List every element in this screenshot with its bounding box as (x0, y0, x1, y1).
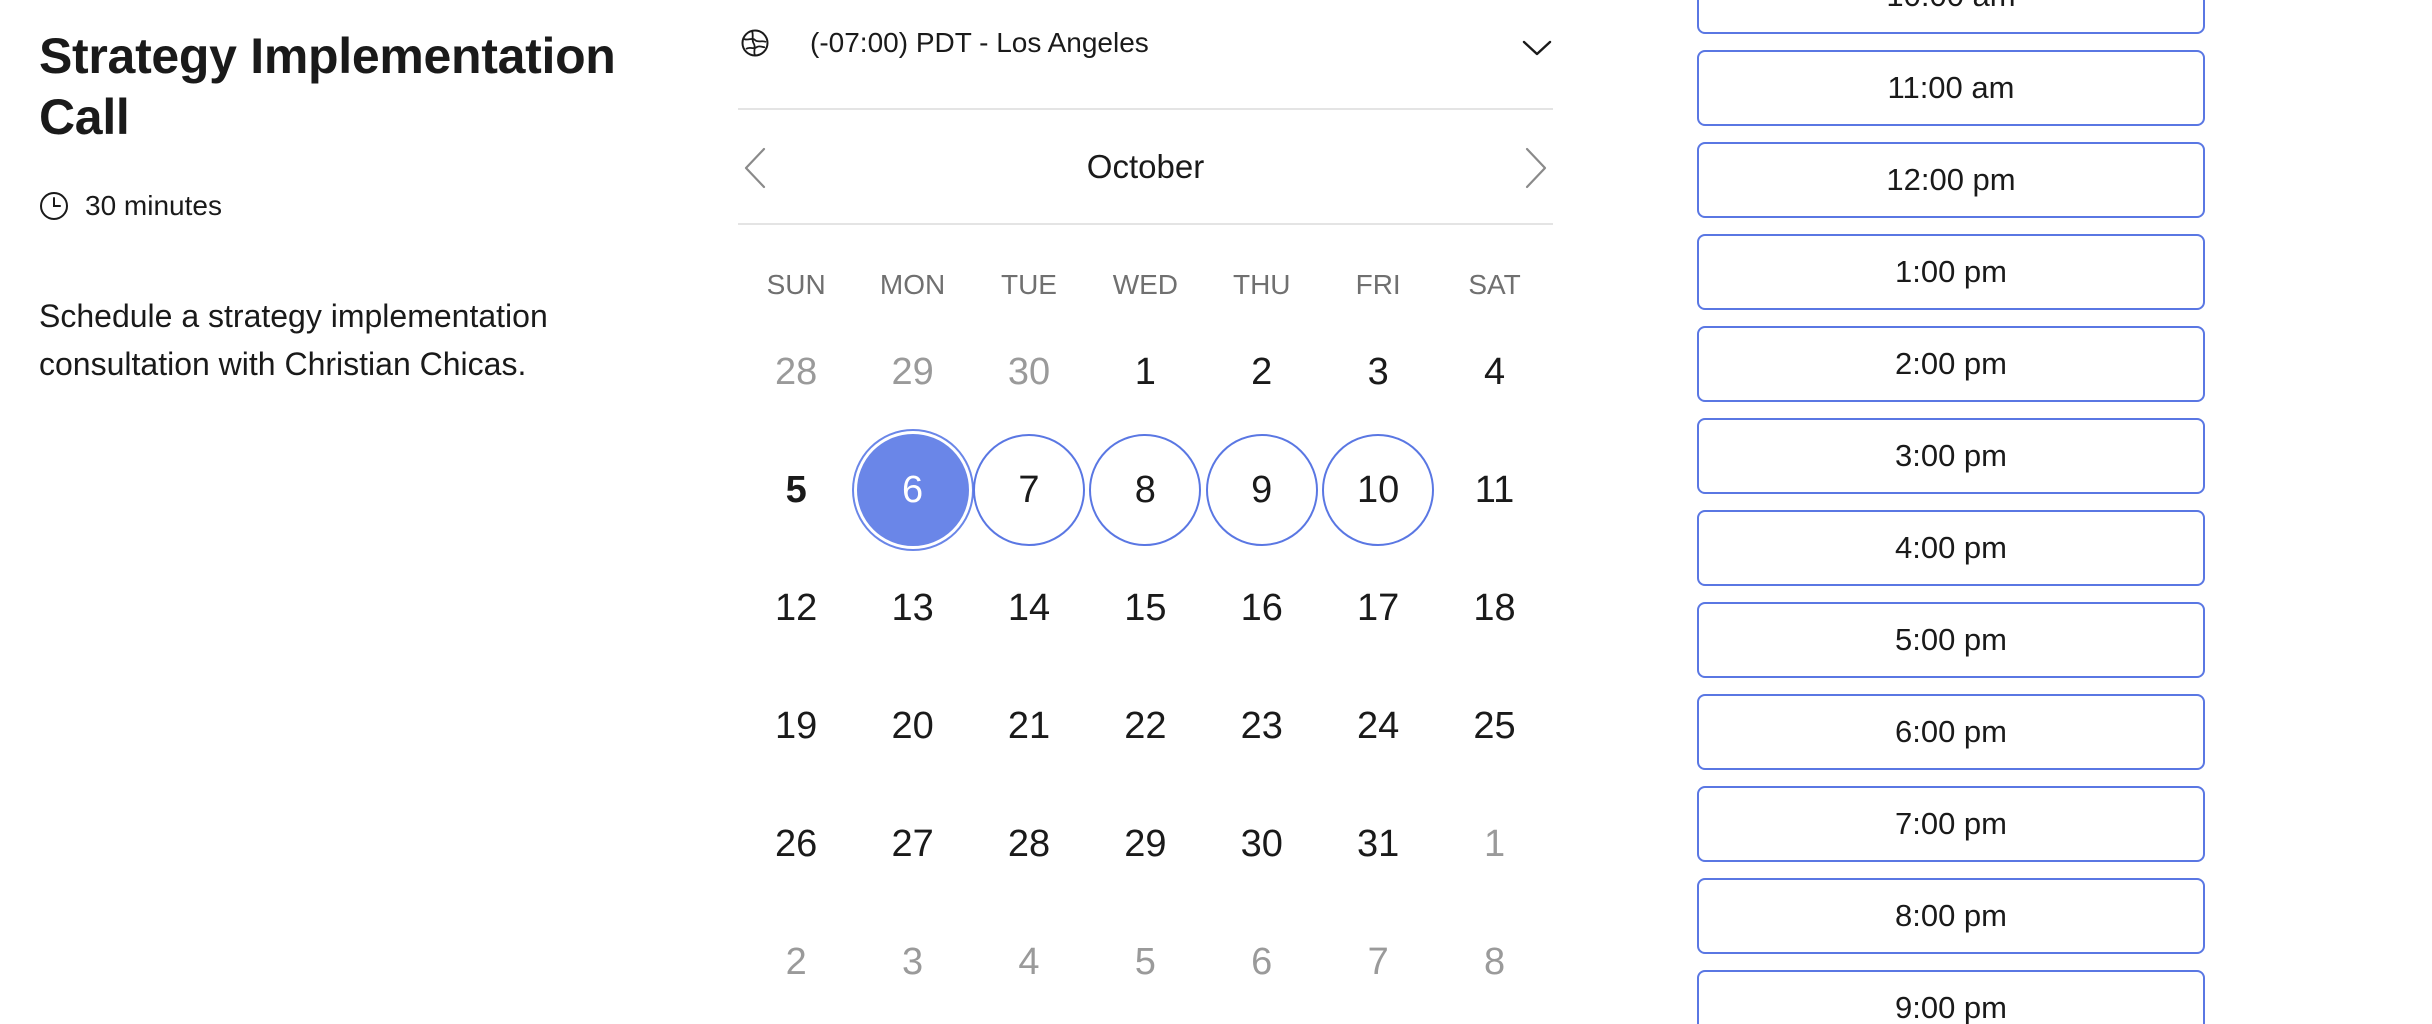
weekday-label: WED (1112, 269, 1179, 300)
time-slot-button[interactable]: 7:00 pm (1697, 786, 2205, 862)
calendar-day: 14 (1007, 586, 1051, 629)
calendar-day: 29 (891, 350, 934, 393)
time-slot-button[interactable]: 9:00 pm (1697, 970, 2205, 1024)
time-slot-button[interactable]: 10:00 am (1697, 0, 2205, 34)
calendar-day: 2 (785, 940, 807, 983)
time-slot-button[interactable]: 6:00 pm (1697, 694, 2205, 770)
booking-page: Strategy Implementation Call 30 minutes … (0, 0, 2432, 1024)
weekday-label: SAT (1468, 269, 1521, 300)
time-slot-button[interactable]: 4:00 pm (1697, 510, 2205, 586)
calendar-day: 16 (1240, 586, 1283, 629)
calendar-day: 6 (1251, 940, 1273, 983)
calendar-day: 28 (1007, 822, 1051, 865)
calendar-day[interactable]: 8 (1089, 434, 1202, 546)
calendar-day: 1 (1134, 350, 1156, 393)
calendar-day: 1 (1483, 822, 1506, 865)
time-slot-button[interactable]: 2:00 pm (1697, 326, 2205, 402)
calendar-day: 5 (785, 468, 807, 511)
time-slot-button[interactable]: 12:00 pm (1697, 142, 2205, 218)
calendar-day: 3 (902, 940, 924, 983)
calendar-day: 12 (775, 586, 818, 629)
calendar-panel: (-07:00) PDT - Los Angeles October SUN MO… (738, 0, 1553, 1021)
chevron-down-icon[interactable] (1521, 36, 1553, 60)
time-slot-button[interactable]: 8:00 pm (1697, 878, 2205, 954)
weekday-header: SUN MON TUE WED THU FRI SAT (738, 265, 1553, 305)
calendar-day: 5 (1134, 940, 1156, 983)
calendar-day: 22 (1124, 704, 1167, 747)
month-navigation: October (738, 110, 1553, 225)
calendar-day: 8 (1483, 940, 1506, 983)
duration-label: 30 minutes (85, 190, 222, 221)
calendar-week: 19 20 21 22 23 24 25 (738, 667, 1553, 785)
time-slot-button[interactable]: 5:00 pm (1697, 602, 2205, 678)
calendar-day: 4 (1483, 350, 1506, 393)
weekday-label: MON (879, 269, 946, 300)
calendar-day: 24 (1357, 704, 1400, 747)
calendar-day: 29 (1124, 822, 1167, 865)
clock-icon (39, 191, 69, 221)
chevron-left-icon[interactable] (742, 146, 768, 190)
weekday-label: SUN (766, 269, 826, 300)
calendar-week: 5 6 7 8 9 10 11 (738, 431, 1553, 549)
event-info-panel: Strategy Implementation Call 30 minutes … (39, 26, 639, 420)
timezone-selector[interactable]: (-07:00) PDT - Los Angeles (738, 0, 1553, 110)
calendar-week: 28 29 30 1 2 3 4 (738, 313, 1553, 431)
calendar-day: 17 (1357, 586, 1400, 629)
calendar-day: 19 (775, 704, 818, 747)
calendar-day-selected[interactable]: 6 (856, 434, 969, 546)
calendar-day: 21 (1007, 704, 1051, 747)
calendar-day[interactable]: 7 (972, 434, 1085, 546)
chevron-right-icon[interactable] (1523, 146, 1549, 190)
calendar-day: 23 (1240, 704, 1283, 747)
calendar-day: 20 (891, 704, 934, 747)
event-title: Strategy Implementation Call (39, 28, 616, 145)
calendar-week: 26 27 28 29 30 31 1 (738, 785, 1553, 903)
calendar-day: 30 (1240, 822, 1283, 865)
calendar-day[interactable]: 10 (1322, 434, 1435, 546)
calendar-day: 30 (1007, 350, 1051, 393)
time-slot-button[interactable]: 3:00 pm (1697, 418, 2205, 494)
calendar-grid: 28 29 30 1 2 3 4 5 6 7 8 9 10 11 12 13 14 15 16 17 18 19 20 21 2… (738, 313, 1553, 1021)
globe-icon (740, 28, 770, 58)
calendar-day: 31 (1357, 822, 1400, 865)
calendar-day: 2 (1251, 350, 1273, 393)
calendar-week: 2 3 4 5 6 7 8 (738, 903, 1553, 1021)
time-slot-list: 10:00 am 11:00 am 12:00 pm 1:00 pm 2:00 pm 3:… (1697, 0, 2205, 1024)
calendar-day: 26 (775, 822, 818, 865)
calendar-day[interactable]: 9 (1205, 434, 1318, 546)
calendar-day: 4 (1018, 940, 1040, 983)
weekday-label: TUE (1000, 269, 1057, 300)
month-label: October (1086, 147, 1205, 185)
calendar-day: 28 (775, 350, 818, 393)
calendar-day: 13 (891, 586, 934, 629)
calendar-day: 18 (1473, 586, 1516, 629)
calendar-day: 25 (1473, 704, 1516, 747)
timezone-label: (-07:00) PDT - Los Angeles (810, 27, 1149, 58)
weekday-label: FRI (1355, 269, 1401, 300)
calendar-day: 7 (1367, 940, 1389, 983)
calendar-day: 27 (891, 822, 934, 865)
event-description: Schedule a strategy implementation consu… (39, 298, 548, 382)
calendar-day: 3 (1367, 350, 1389, 393)
weekday-label: THU (1232, 269, 1291, 300)
calendar-day: 15 (1124, 586, 1167, 629)
event-duration: 30 minutes (39, 190, 639, 222)
time-slot-button[interactable]: 11:00 am (1697, 50, 2205, 126)
calendar-day: 11 (1474, 468, 1515, 511)
calendar-week: 12 13 14 15 16 17 18 (738, 549, 1553, 667)
time-slot-button[interactable]: 1:00 pm (1697, 234, 2205, 310)
